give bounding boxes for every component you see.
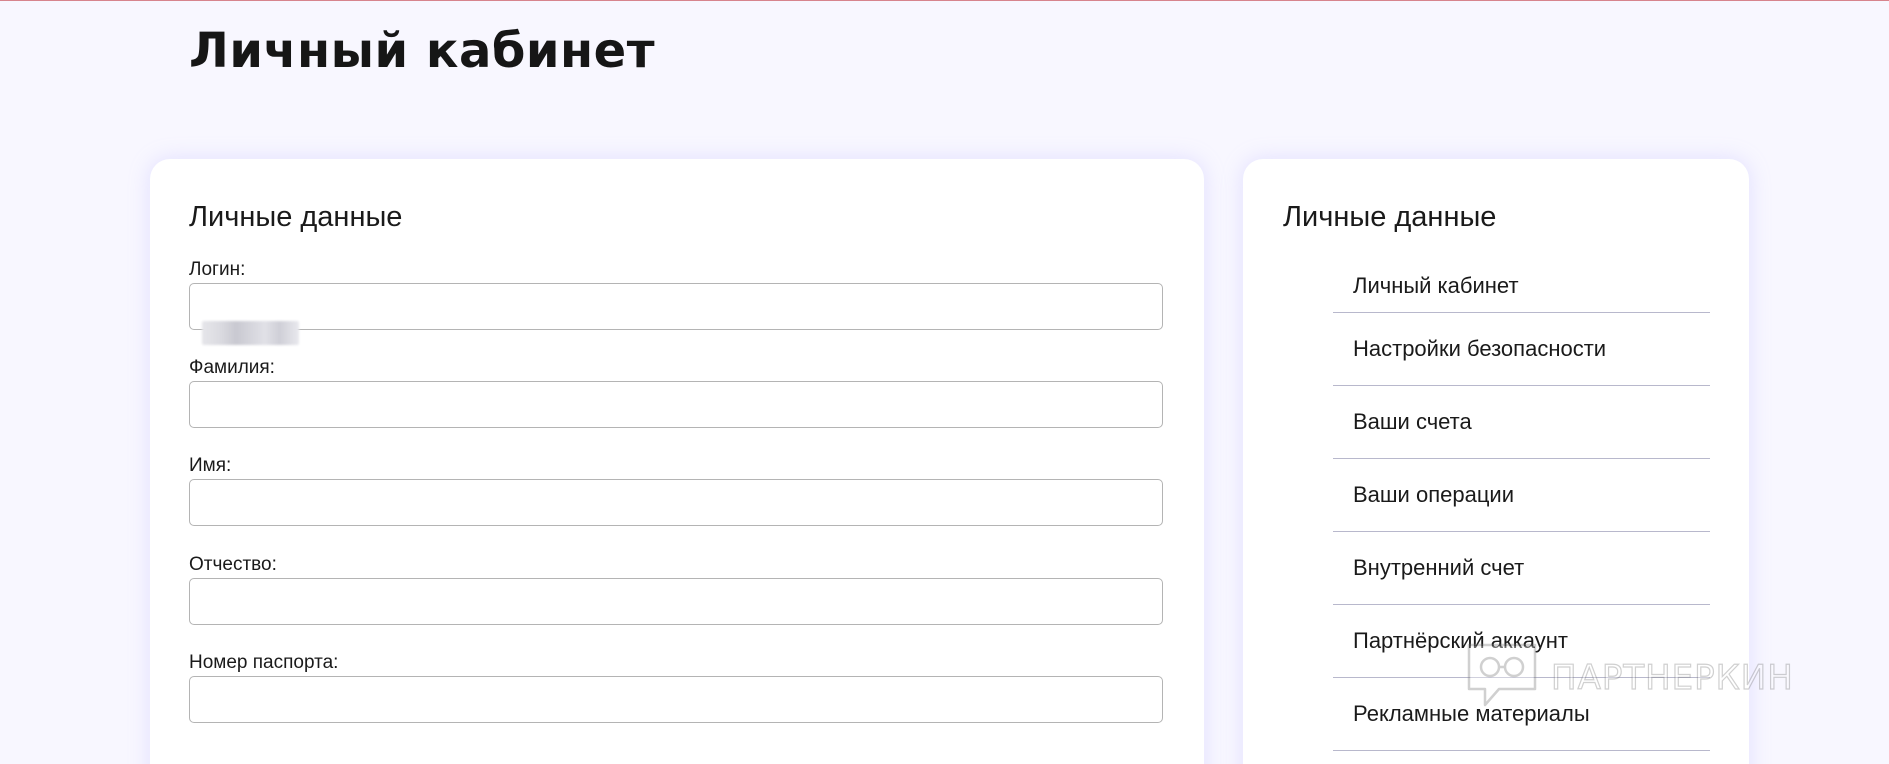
first-name-field[interactable]: [189, 479, 1163, 526]
sidebar-item-your-accounts[interactable]: Ваши счета: [1333, 386, 1710, 459]
passport-number-field[interactable]: [189, 676, 1163, 723]
page-title: Личный кабинет: [189, 23, 656, 79]
last-name-label: Фамилия:: [189, 357, 275, 378]
sidebar-nav: Личный кабинет Настройки безопасности Ва…: [1333, 269, 1710, 751]
middle-name-label: Отчество:: [189, 554, 277, 575]
account-sidebar-card: Личные данные Личный кабинет Настройки б…: [1243, 159, 1749, 764]
login-label: Логин:: [189, 259, 246, 280]
login-field[interactable]: [189, 283, 1163, 330]
middle-name-field[interactable]: [189, 578, 1163, 625]
sidebar-item-security-settings[interactable]: Настройки безопасности: [1333, 313, 1710, 386]
passport-number-label: Номер паспорта:: [189, 652, 339, 673]
first-name-label: Имя:: [189, 455, 232, 476]
sidebar-item-your-operations[interactable]: Ваши операции: [1333, 459, 1710, 532]
sidebar-item-personal-account[interactable]: Личный кабинет: [1333, 269, 1710, 313]
personal-data-form-card: Личные данные Логин: Фамилия: Имя: Отчес…: [150, 159, 1204, 764]
sidebar-title: Личные данные: [1283, 201, 1497, 233]
form-title: Личные данные: [189, 201, 403, 233]
sidebar-item-ad-materials[interactable]: Рекламные материалы: [1333, 678, 1710, 751]
last-name-field[interactable]: [189, 381, 1163, 428]
sidebar-item-internal-account[interactable]: Внутренний счет: [1333, 532, 1710, 605]
sidebar-item-partner-account[interactable]: Партнёрский аккаунт: [1333, 605, 1710, 678]
